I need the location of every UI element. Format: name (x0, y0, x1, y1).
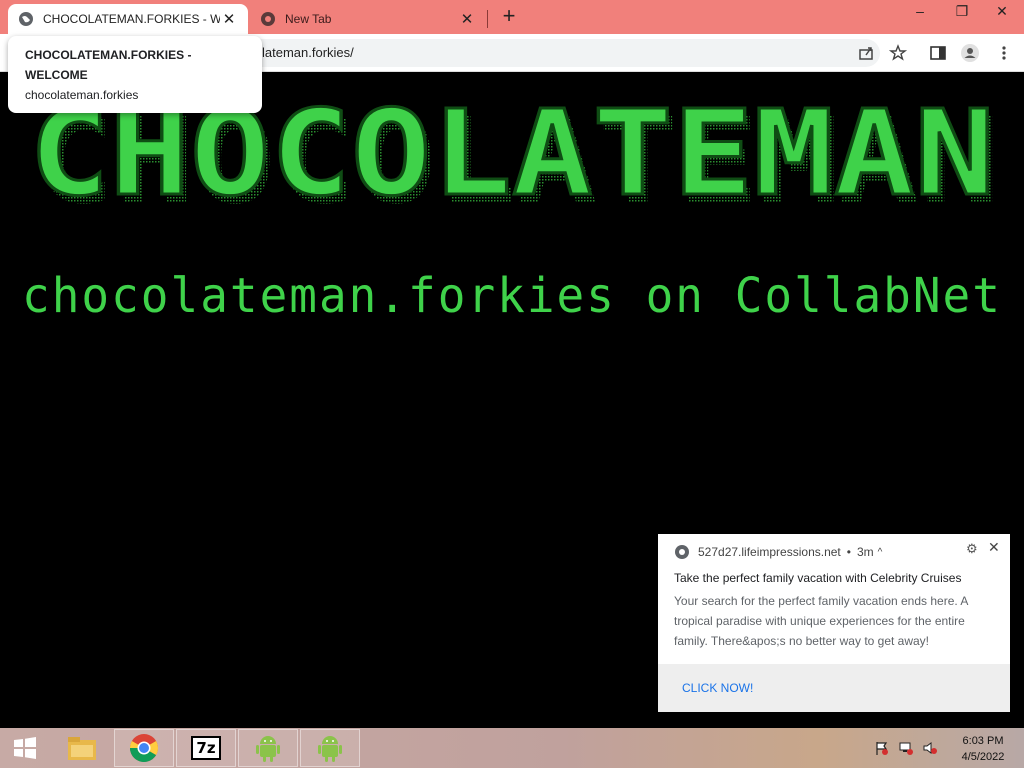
share-icon[interactable] (856, 43, 876, 63)
folder-icon (68, 737, 96, 760)
tab-title: CHOCOLATEMAN.FORKIES - WELCOME (43, 12, 220, 26)
file-explorer-button[interactable] (52, 729, 112, 767)
hover-card-title: CHOCOLATEMAN.FORKIES - WELCOME (25, 48, 192, 82)
notification-title: Take the perfect family vacation with Ce… (674, 571, 962, 585)
profile-icon[interactable] (960, 43, 980, 63)
clock-date: 4/5/2022 (961, 751, 1005, 763)
start-button[interactable] (0, 729, 50, 767)
separator-dot: • (846, 545, 851, 559)
click-now-button[interactable]: CLICK NOW! (682, 681, 753, 695)
side-panel-icon[interactable] (928, 43, 948, 63)
notification-body: Your search for the perfect family vacat… (674, 594, 968, 648)
action-center-flag-icon[interactable] (874, 740, 890, 756)
android-app-button[interactable] (300, 729, 360, 767)
android-app-button[interactable] (238, 729, 298, 767)
star-icon[interactable] (888, 43, 908, 63)
windows-icon (14, 737, 36, 759)
gear-icon[interactable]: ⚙ (966, 541, 980, 556)
tab-active[interactable]: CHOCOLATEMAN.FORKIES - WELCOME ✕ (8, 4, 248, 34)
volume-muted-icon[interactable] (922, 740, 938, 756)
notification-header: 527d27.lifeimpressions.net • 3m ^ (674, 544, 882, 560)
android-icon (318, 736, 342, 762)
close-icon[interactable]: ✕ (988, 539, 1002, 555)
hover-card-domain: chocolateman.forkies (25, 88, 139, 102)
window-close-icon[interactable]: ✕ (982, 0, 1022, 24)
chrome-icon (261, 12, 275, 26)
chevron-up-icon[interactable]: ^ (878, 547, 883, 558)
restore-icon[interactable]: ❐ (942, 0, 982, 24)
globe-icon (19, 12, 33, 26)
7zip-icon: 7z (191, 736, 221, 760)
minimize-icon[interactable]: – (900, 0, 940, 24)
tab-strip: CHOCOLATEMAN.FORKIES - WELCOME ✕ New Tab… (0, 0, 1024, 34)
page-subtitle: chocolateman.forkies on CollabNet (22, 266, 1002, 324)
taskbar: 7z (0, 728, 1024, 768)
system-clock[interactable]: 6:03 PM 4/5/2022 (948, 733, 1018, 765)
7zip-taskbar-button[interactable]: 7z (176, 729, 236, 767)
menu-icon[interactable] (994, 43, 1014, 63)
url-text[interactable]: lateman.forkies/ (262, 45, 354, 60)
tab-title: New Tab (285, 12, 332, 26)
push-notification[interactable]: 527d27.lifeimpressions.net • 3m ^ ⚙ ✕ Ta… (658, 534, 1010, 712)
chrome-icon (675, 545, 689, 559)
notification-source: 527d27.lifeimpressions.net (698, 545, 841, 559)
tab-new-tab[interactable]: New Tab ✕ (250, 4, 486, 34)
tab-hover-card: CHOCOLATEMAN.FORKIES - WELCOME chocolate… (8, 36, 262, 113)
chrome-taskbar-button[interactable] (114, 729, 174, 767)
network-icon[interactable] (898, 740, 914, 756)
new-tab-button[interactable]: + (498, 5, 520, 28)
clock-time: 6:03 PM (962, 735, 1004, 747)
tab-close-icon[interactable]: ✕ (458, 10, 476, 28)
android-icon (256, 736, 280, 762)
tab-close-icon[interactable]: ✕ (220, 10, 238, 28)
tab-separator (487, 10, 488, 28)
notification-time: 3m (856, 545, 874, 559)
chrome-icon (130, 734, 158, 762)
notification-actions: CLICK NOW! (658, 664, 1010, 712)
